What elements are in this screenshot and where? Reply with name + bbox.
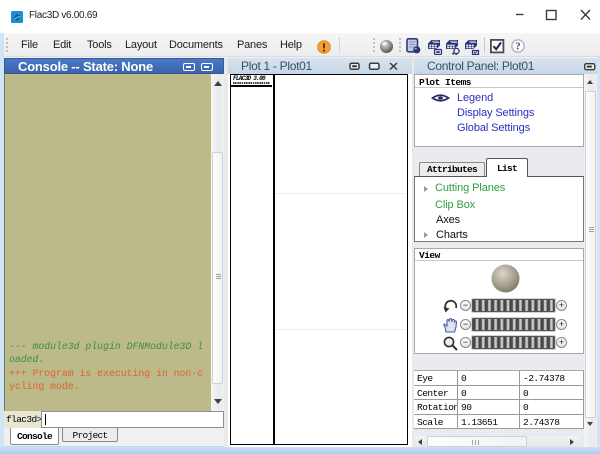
svg-text:?: ? [515, 42, 520, 53]
